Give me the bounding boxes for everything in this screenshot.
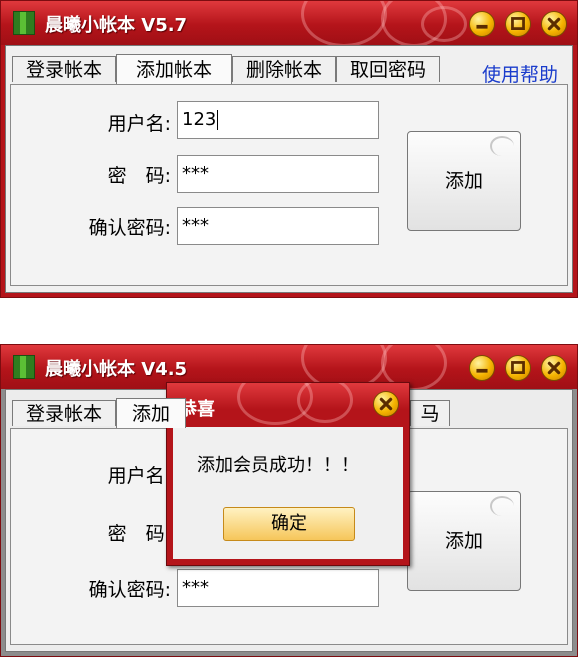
decorative-curl-icon [490, 136, 514, 156]
username-label: 用户名: [107, 113, 171, 135]
confirm-password-input[interactable]: *** [177, 569, 379, 607]
add-button-label: 添加 [444, 170, 483, 192]
maximize-icon [511, 361, 525, 374]
username-input[interactable]: 123 [177, 101, 379, 139]
add-button[interactable]: 添加 [407, 491, 521, 591]
text-caret [217, 110, 219, 130]
close-icon [547, 17, 561, 31]
close-button[interactable] [541, 11, 567, 37]
window-body: 登录帐本 添加帐本 删除帐本 取回密码 使用帮助 用户名: 123 密 码: *… [5, 45, 573, 293]
add-button[interactable]: 添加 [407, 131, 521, 231]
title-bar[interactable]: 晨曦小帐本 V5.7 [1, 1, 577, 45]
confirm-password-label: 确认密码: [88, 217, 171, 239]
dialog-close-button[interactable] [373, 391, 399, 417]
add-button-label: 添加 [444, 530, 483, 552]
password-input[interactable]: *** [177, 155, 379, 193]
minimize-button[interactable] [469, 355, 495, 381]
main-window-top: 晨曦小帐本 V5.7 登录帐本 添加帐本 删除帐本 取回密码 使用帮助 用户名:… [0, 0, 578, 298]
tab-recover-password[interactable]: 取回密码 [336, 56, 440, 82]
maximize-button[interactable] [505, 355, 531, 381]
close-icon [547, 361, 561, 375]
app-icon [13, 11, 35, 35]
dialog-message: 添加会员成功！！！ [197, 455, 359, 476]
username-label: 用户名: [107, 465, 171, 487]
tab-add-book[interactable]: 添加帐本 [116, 54, 232, 84]
dialog-body: 添加会员成功！！！ 确定 [173, 427, 403, 559]
tab-delete-book[interactable]: 删除帐本 [232, 56, 336, 82]
maximize-icon [511, 17, 525, 30]
password-label: 密 码: [107, 165, 171, 187]
close-icon [379, 397, 393, 411]
minimize-icon [476, 368, 488, 373]
username-value: 123 [182, 109, 217, 130]
tab-content: 用户名: 123 密 码: *** 确认密码: *** 添加 [10, 84, 568, 286]
dialog-title-bar[interactable]: 恭喜 [167, 383, 409, 427]
tab-login-book[interactable]: 登录帐本 [12, 56, 116, 82]
confirm-password-input[interactable]: *** [177, 207, 379, 245]
window-title: 晨曦小帐本 V4.5 [45, 359, 188, 380]
password-label: 密 码: [107, 523, 171, 545]
minimize-button[interactable] [469, 11, 495, 37]
close-button[interactable] [541, 355, 567, 381]
confirm-password-label: 确认密码: [88, 579, 171, 601]
app-icon [13, 355, 35, 379]
success-dialog: 恭喜 添加会员成功！！！ 确定 [166, 382, 410, 566]
help-link[interactable]: 使用帮助 [482, 60, 558, 87]
ok-button[interactable]: 确定 [223, 507, 355, 541]
tab-add-book[interactable]: 添加 [116, 398, 186, 428]
minimize-icon [476, 24, 488, 29]
window-title: 晨曦小帐本 V5.7 [45, 15, 188, 36]
tab-login-book[interactable]: 登录帐本 [12, 400, 116, 426]
decorative-curl-icon [490, 496, 514, 516]
tab-recover-password[interactable]: 马 [410, 400, 450, 426]
maximize-button[interactable] [505, 11, 531, 37]
